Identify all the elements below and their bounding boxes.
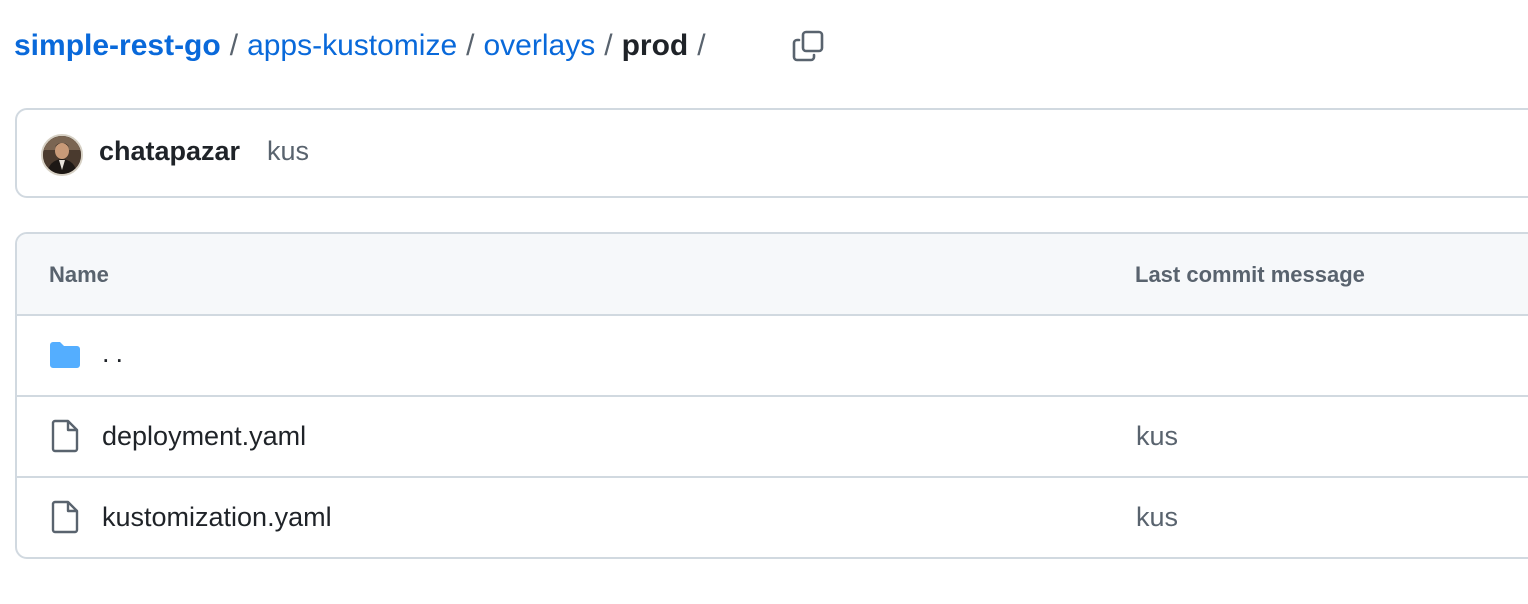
table-row-parent-directory[interactable]: .. [17, 316, 1528, 397]
breadcrumb-separator: / [229, 29, 239, 62]
column-header-last-commit-message: Last commit message [1135, 262, 1365, 287]
breadcrumb-link-apps-kustomize[interactable]: apps-kustomize [247, 29, 457, 63]
breadcrumb-separator: / [604, 29, 613, 62]
parent-directory-link[interactable]: .. [102, 338, 129, 369]
table-row[interactable]: kustomization.yaml kus [17, 478, 1528, 557]
file-name-link[interactable]: kustomization.yaml [102, 502, 332, 533]
copy-icon [792, 30, 824, 62]
commit-author[interactable]: chatapazar [99, 136, 240, 167]
file-icon [48, 419, 82, 453]
file-icon [48, 500, 82, 534]
table-header: Name Last commit message [17, 234, 1528, 316]
breadcrumb: simple-rest-go / apps-kustomize / overla… [14, 24, 715, 68]
table-row[interactable]: deployment.yaml kus [17, 397, 1528, 478]
commit-message[interactable]: kus [267, 136, 309, 167]
folder-icon [48, 338, 82, 372]
avatar[interactable] [41, 134, 83, 176]
file-table: Name Last commit message .. deployment.y… [15, 232, 1528, 559]
file-commit-message-link[interactable]: kus [1136, 502, 1178, 533]
file-name-link[interactable]: deployment.yaml [102, 421, 306, 452]
file-commit-message-link[interactable]: kus [1136, 421, 1178, 452]
column-header-name: Name [49, 262, 109, 287]
breadcrumb-link-overlays[interactable]: overlays [484, 29, 596, 63]
breadcrumb-current: prod [621, 29, 689, 62]
breadcrumb-separator: / [466, 29, 475, 62]
copy-path-button[interactable] [786, 24, 830, 68]
latest-commit-box: chatapazar kus [15, 108, 1528, 198]
breadcrumb-repo-link[interactable]: simple-rest-go [14, 29, 221, 63]
breadcrumb-separator: / [697, 29, 706, 62]
